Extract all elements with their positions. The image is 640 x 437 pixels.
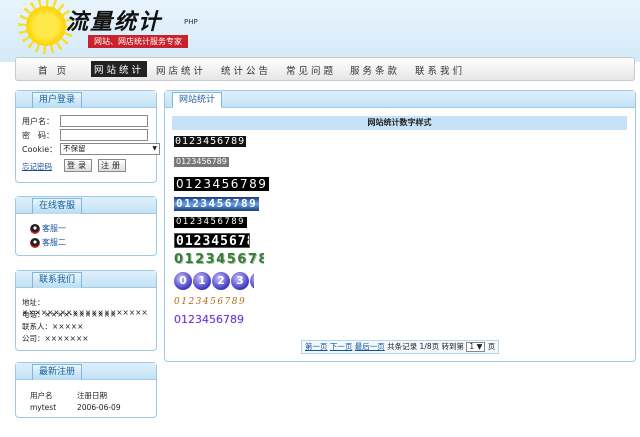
register-button[interactable]: 注册	[98, 159, 126, 172]
username-label: 用户名：	[22, 117, 54, 126]
pager-next-link[interactable]: 下一页	[330, 342, 353, 351]
contact-company: 公司：×××××××	[22, 334, 89, 343]
counter-style-1[interactable]: 0123456789	[174, 136, 247, 147]
register-header-date: 注册日期	[77, 391, 107, 400]
page-select-value: 1	[469, 342, 475, 351]
cs-item-1[interactable]: 客服一	[30, 223, 66, 234]
pager-last-link[interactable]: 最后一页	[355, 342, 385, 351]
counter-style-9[interactable]: 0123456789	[174, 296, 246, 308]
nav-terms[interactable]: 服务条款	[350, 63, 400, 77]
forgot-password-link[interactable]: 忘记密码	[22, 161, 52, 172]
contact-box-title: 联系我们	[32, 272, 83, 288]
qq-icon	[30, 237, 40, 248]
latest-register-box: 最新注册 用户名 注册日期 mytest 2006-06-09	[15, 362, 157, 418]
nav-site-stats[interactable]: 网站统计	[91, 61, 148, 77]
logo-php-tag: PHP	[184, 18, 198, 26]
nav-contact[interactable]: 联系我们	[415, 63, 465, 77]
counter-styles-title: 网站统计数字样式	[172, 116, 627, 130]
pager-total: 共条记录 1/8页	[387, 342, 440, 351]
contact-box: 联系我们 地址：×××××××××××××××××××× 电话：××××-×××…	[15, 270, 157, 351]
contact-box-header: 联系我们	[16, 271, 156, 288]
counter-8-digit: 2	[212, 272, 230, 290]
tab-site-stats[interactable]: 网站统计	[172, 92, 223, 108]
counter-style-7[interactable]: 0123456789	[174, 252, 264, 268]
register-header-user: 用户名	[30, 391, 53, 400]
counter-style-3[interactable]: 0123456789	[174, 177, 270, 191]
site-header: 流量统计 PHP 网站、网店统计服务专家	[0, 0, 640, 62]
nav-faq[interactable]: 常见问题	[286, 63, 336, 77]
customer-service-title: 在线客服	[32, 198, 83, 214]
counter-style-5[interactable]: 0123456789	[174, 217, 248, 228]
customer-service-box: 在线客服 客服一 客服二	[15, 196, 157, 256]
site-logo-text: 流量统计	[66, 9, 163, 35]
main-panel: 网站统计 网站统计数字样式 0123456789 0123456789 0123…	[164, 90, 636, 362]
pager-goto-label: 转到第	[441, 342, 465, 351]
qq-icon	[30, 223, 40, 234]
counter-style-4[interactable]: 0123456789	[174, 197, 260, 211]
site-slogan: 网站、网店统计服务专家	[88, 35, 188, 48]
counter-style-6[interactable]: 0123456789	[174, 233, 250, 248]
register-row-date: 2006-06-09	[77, 403, 121, 412]
login-button[interactable]: 登录	[64, 159, 92, 172]
pagination: 第一页 下一页 最后一页 共条记录 1/8页 转到第 1 ▼ 页	[301, 340, 500, 354]
cookie-select[interactable]: 不保留 ▼	[60, 143, 160, 155]
login-box-title: 用户登录	[32, 92, 83, 108]
login-box: 用户登录 用户名： 密 码： Cookie： 不保留 ▼ 忘记密码 登录 注册	[15, 90, 160, 183]
main-panel-header: 网站统计	[165, 91, 635, 108]
counter-style-10[interactable]: 0123456789	[174, 313, 244, 327]
counter-style-8[interactable]: 01234	[174, 272, 254, 294]
counter-8-digit: 3	[231, 272, 249, 290]
cs-item-1-label: 客服一	[42, 224, 66, 233]
customer-service-header: 在线客服	[16, 197, 156, 214]
chevron-down-icon: ▼	[152, 145, 157, 152]
counter-style-2[interactable]: 0123456789	[174, 157, 229, 167]
pager-first-link[interactable]: 第一页	[305, 342, 328, 351]
page-select[interactable]: 1 ▼	[466, 342, 486, 352]
login-box-header: 用户登录	[16, 91, 156, 108]
latest-register-header: 最新注册	[16, 363, 156, 380]
username-input[interactable]	[60, 115, 148, 127]
chevron-down-icon: ▼	[476, 342, 483, 351]
cookie-label: Cookie：	[22, 145, 58, 154]
password-label: 密 码：	[22, 131, 54, 140]
counter-8-digit: 1	[193, 272, 211, 290]
counter-8-digit: 4	[250, 272, 254, 290]
nav-home[interactable]: 首 页	[38, 63, 69, 77]
counter-8-digit: 0	[174, 272, 192, 290]
main-nav: 首 页 网站统计 网店统计 统计公告 常见问题 服务条款 联系我们	[15, 57, 635, 81]
sun-logo-icon	[26, 6, 66, 46]
register-row-user[interactable]: mytest	[30, 403, 56, 412]
cookie-select-value: 不保留	[63, 144, 86, 153]
password-input[interactable]	[60, 129, 148, 141]
pager-page-suffix: 页	[487, 342, 496, 351]
latest-register-title: 最新注册	[32, 364, 83, 380]
contact-person: 联系人：×××××	[22, 322, 84, 331]
contact-phone: 电话：××××-×××××××	[22, 310, 117, 319]
cs-item-2-label: 客服二	[42, 238, 66, 247]
cs-item-2[interactable]: 客服二	[30, 237, 66, 248]
nav-announcements[interactable]: 统计公告	[221, 63, 271, 77]
nav-shop-stats[interactable]: 网店统计	[156, 63, 206, 77]
